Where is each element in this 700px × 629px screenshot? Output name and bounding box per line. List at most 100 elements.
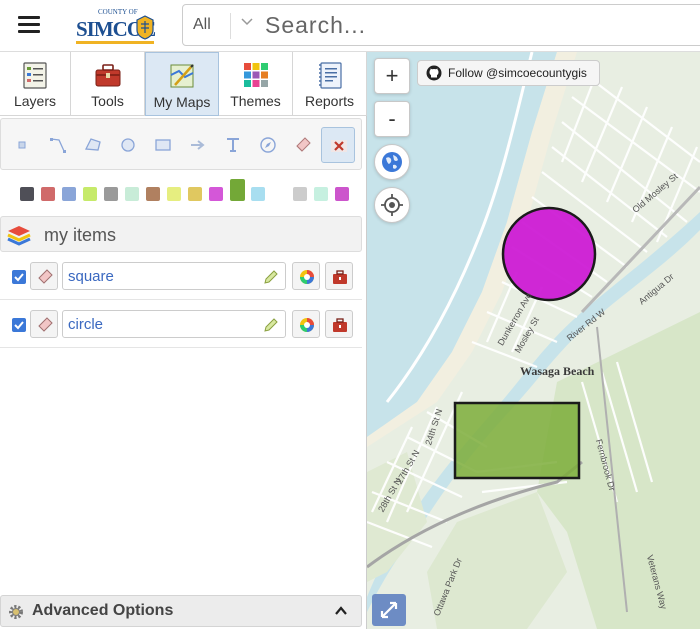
item-label-field[interactable]: circle: [62, 310, 286, 338]
item-label: circle: [68, 316, 104, 333]
advanced-options-bar[interactable]: Advanced Options: [0, 595, 362, 627]
globe-icon: [382, 152, 402, 172]
drawn-square[interactable]: [453, 401, 581, 480]
map-view[interactable]: Wasaga Beach Old Mosley St Antigua Dr Ri…: [367, 52, 700, 629]
item-label-field[interactable]: square: [62, 262, 286, 290]
delete-icon: [331, 140, 347, 152]
chevron-up-icon[interactable]: [334, 605, 348, 617]
eraser-icon: [296, 137, 311, 152]
basemap-button[interactable]: [374, 144, 410, 180]
my-item-row-circle: circle: [0, 302, 362, 348]
item-style-button[interactable]: [292, 310, 320, 338]
line-icon: [50, 138, 66, 153]
my-item-row-square: square: [0, 254, 362, 300]
color-swatch[interactable]: [293, 187, 307, 201]
layers-icon: [23, 62, 47, 89]
reports-icon: [318, 62, 342, 89]
color-swatch[interactable]: [251, 187, 265, 201]
item-tools-button[interactable]: [325, 262, 353, 290]
checkmark-icon: [14, 273, 24, 282]
search-bar: All: [182, 4, 700, 46]
simcoe-logo[interactable]: COUNTY OF SIMCOE: [74, 8, 158, 46]
my-items-title: my items: [44, 225, 116, 245]
color-swatch[interactable]: [20, 187, 34, 201]
color-swatch[interactable]: [62, 187, 76, 201]
tab-layers[interactable]: Layers: [0, 52, 71, 116]
measure-tool[interactable]: [251, 127, 285, 163]
my-items-header: my items: [0, 216, 362, 252]
color-palette: [0, 176, 362, 206]
toolbox-icon: [333, 270, 347, 284]
sidebar: Layers Tools My Maps Themes Reports my i…: [0, 52, 367, 629]
tab-label: My Maps: [153, 94, 211, 110]
pencil-icon[interactable]: [263, 269, 279, 285]
polygon-tool[interactable]: [76, 127, 110, 163]
zoom-in-button[interactable]: +: [374, 58, 410, 94]
arrow-tool[interactable]: [181, 127, 215, 163]
follow-github-button[interactable]: Follow @simcoecountygis: [417, 60, 600, 86]
compass-icon: [260, 137, 276, 153]
item-erase-button[interactable]: [30, 262, 58, 290]
drawn-circle[interactable]: [501, 206, 597, 302]
follow-text: Follow @simcoecountygis: [448, 66, 587, 80]
delete-tool[interactable]: [321, 127, 355, 163]
drawn-features-layer: [453, 206, 597, 480]
item-tools-button[interactable]: [325, 310, 353, 338]
rectangle-icon: [155, 139, 171, 151]
tab-bar: Layers Tools My Maps Themes Reports: [0, 52, 367, 116]
tab-label: Tools: [91, 93, 124, 109]
tab-themes[interactable]: Themes: [219, 52, 293, 116]
tab-my-maps[interactable]: My Maps: [145, 52, 219, 116]
item-erase-button[interactable]: [30, 310, 58, 338]
pencil-icon[interactable]: [263, 317, 279, 333]
item-visibility-checkbox[interactable]: [12, 318, 26, 332]
arrow-icon: [191, 140, 205, 150]
polygon-icon: [84, 138, 101, 151]
toolbox-icon: [333, 318, 347, 332]
item-visibility-checkbox[interactable]: [12, 270, 26, 284]
color-swatch[interactable]: [167, 187, 181, 201]
my-maps-icon: [170, 64, 194, 88]
tab-label: Reports: [304, 93, 355, 109]
point-icon: [18, 141, 26, 149]
color-swatch[interactable]: [83, 187, 97, 201]
point-tool[interactable]: [5, 127, 39, 163]
circle-tool[interactable]: [111, 127, 145, 163]
search-input[interactable]: [265, 10, 685, 40]
color-swatch[interactable]: [314, 187, 328, 201]
fullscreen-button[interactable]: [372, 594, 406, 626]
logo-county-text: COUNTY OF: [98, 8, 138, 16]
color-swatch[interactable]: [146, 187, 160, 201]
color-swatch[interactable]: [188, 187, 202, 201]
rectangle-tool[interactable]: [146, 127, 180, 163]
eraser-tool[interactable]: [286, 127, 320, 163]
circle-icon: [121, 138, 135, 152]
text-icon: [227, 138, 239, 152]
color-swatch[interactable]: [125, 187, 139, 201]
search-scope-select[interactable]: All: [193, 16, 211, 34]
color-swatch[interactable]: [209, 187, 223, 201]
item-style-button[interactable]: [292, 262, 320, 290]
place-label: Wasaga Beach: [520, 364, 595, 378]
text-tool[interactable]: [216, 127, 250, 163]
drawing-toolbar: [0, 118, 362, 170]
color-swatch[interactable]: [335, 187, 349, 201]
color-swatch[interactable]: [104, 187, 118, 201]
color-wheel-icon: [300, 318, 314, 332]
menu-icon[interactable]: [18, 16, 40, 34]
color-swatch[interactable]: [230, 179, 245, 201]
advanced-options-label: Advanced Options: [32, 602, 174, 619]
tab-tools[interactable]: Tools: [71, 52, 145, 116]
zoom-out-button[interactable]: -: [374, 101, 410, 137]
chevron-down-icon[interactable]: [240, 15, 254, 29]
eraser-icon: [38, 317, 53, 332]
tab-label: Themes: [230, 93, 281, 109]
tab-label: Layers: [13, 93, 57, 109]
checkmark-icon: [14, 321, 24, 330]
locate-me-button[interactable]: [374, 187, 410, 223]
toolbox-icon: [95, 64, 120, 87]
tab-reports[interactable]: Reports: [293, 52, 367, 116]
line-tool[interactable]: [41, 127, 75, 163]
crest-icon: [136, 15, 154, 40]
color-swatch[interactable]: [41, 187, 55, 201]
